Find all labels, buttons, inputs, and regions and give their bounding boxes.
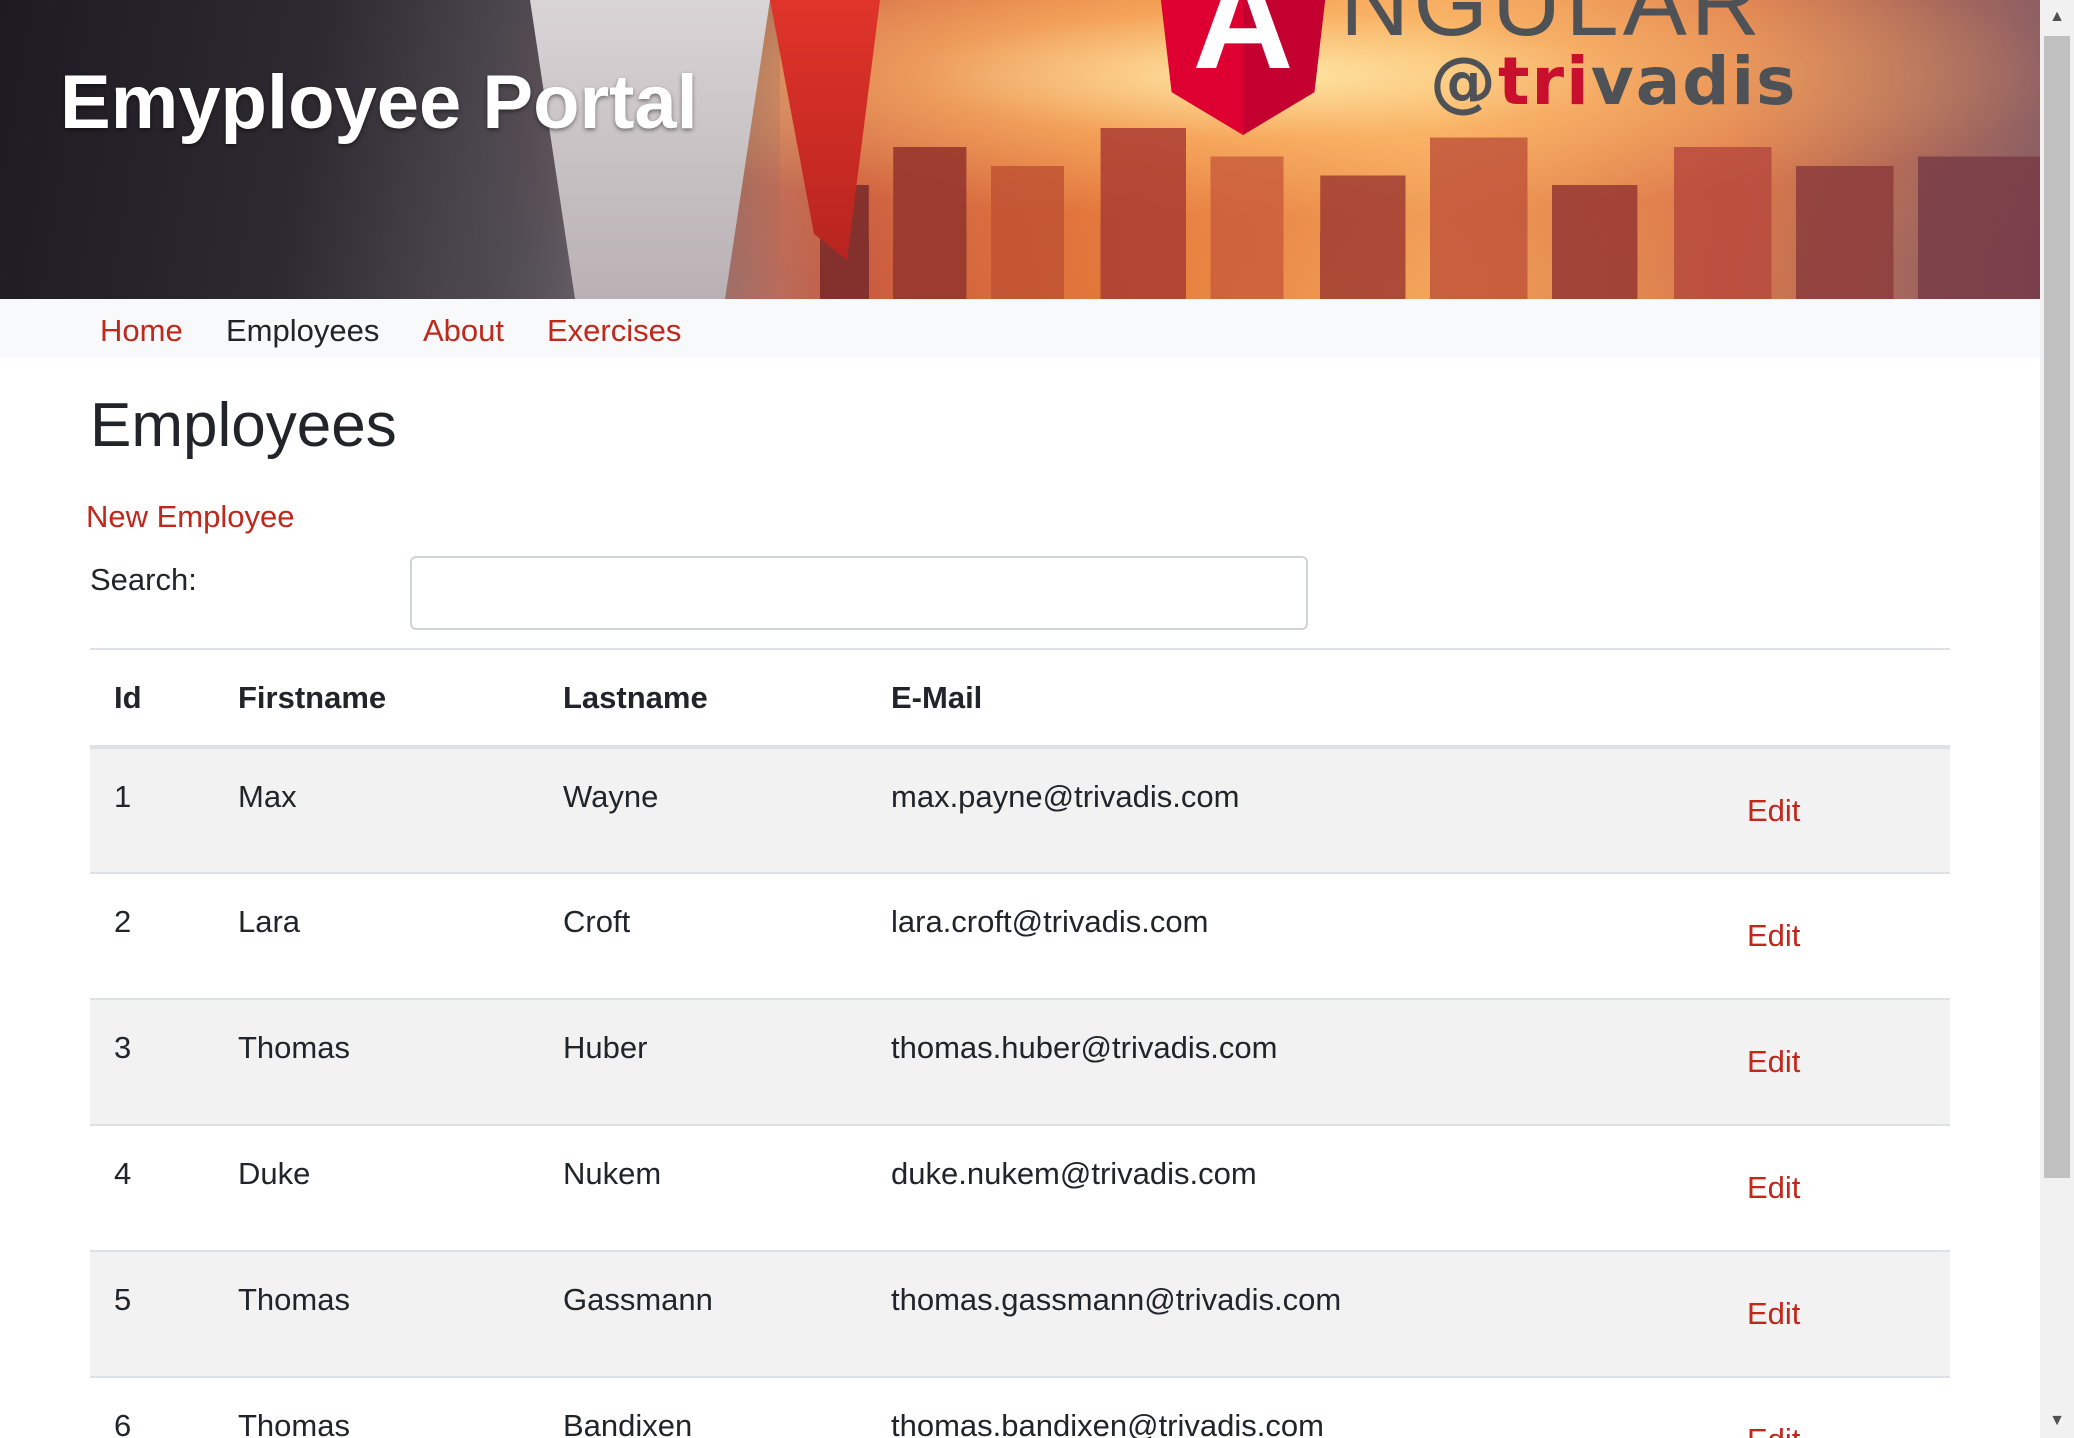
nav-employees[interactable]: Employees	[226, 311, 379, 351]
edit-link[interactable]: Edit	[1747, 1044, 1800, 1079]
edit-link[interactable]: Edit	[1747, 1422, 1800, 1438]
page-content: A NGULAR @trivadis Emyployee Portal Home…	[0, 0, 2040, 1438]
table-row: 6 Thomas Bandixen thomas.bandixen@trivad…	[90, 1377, 1950, 1438]
cell-lastname: Nukem	[563, 1156, 662, 1191]
cell-lastname: Gassmann	[563, 1282, 713, 1317]
vertical-scrollbar[interactable]: ▲ ▼	[2040, 0, 2074, 1438]
search-label: Search:	[90, 562, 197, 597]
table-header-row: Id Firstname Lastname E-Mail	[90, 649, 1950, 749]
employees-table: Id Firstname Lastname E-Mail 1 Max Wayne…	[90, 648, 1950, 1438]
cell-email: thomas.huber@trivadis.com	[891, 1030, 1278, 1065]
table-row: 4 Duke Nukem duke.nukem@trivadis.com Edi…	[90, 1125, 1950, 1251]
cell-edit: Edit	[1747, 1251, 1950, 1377]
cell-email: max.payne@trivadis.com	[891, 779, 1240, 814]
header-id: Id	[90, 649, 238, 749]
search-input[interactable]	[410, 556, 1308, 630]
header-firstname: Firstname	[238, 649, 563, 749]
nav-about[interactable]: About	[423, 311, 504, 351]
main-navbar: Home Employees About Exercises	[0, 299, 2040, 357]
cell-edit: Edit	[1747, 1125, 1950, 1251]
trivadis-logo: @trivadis	[1430, 42, 1797, 122]
cell-email: thomas.bandixen@trivadis.com	[891, 1408, 1324, 1438]
edit-link[interactable]: Edit	[1747, 793, 1800, 828]
cell-id: 4	[114, 1156, 132, 1191]
scrollbar-thumb[interactable]	[2044, 36, 2070, 1178]
cell-id: 1	[114, 779, 132, 814]
cell-lastname: Huber	[563, 1030, 648, 1065]
cell-firstname: Thomas	[238, 1408, 350, 1438]
header-lastname: Lastname	[563, 649, 891, 749]
cell-id: 2	[114, 904, 132, 939]
new-employee-link[interactable]: New Employee	[86, 497, 294, 537]
cell-email: thomas.gassmann@trivadis.com	[891, 1282, 1342, 1317]
nav-home[interactable]: Home	[100, 311, 183, 351]
cell-email: lara.croft@trivadis.com	[891, 904, 1209, 939]
cell-edit: Edit	[1747, 999, 1950, 1125]
cell-firstname: Max	[238, 779, 297, 814]
table-row: 3 Thomas Huber thomas.huber@trivadis.com…	[90, 999, 1950, 1125]
header-banner: A NGULAR @trivadis Emyployee Portal	[0, 0, 2040, 299]
cell-firstname: Thomas	[238, 1282, 350, 1317]
cell-firstname: Thomas	[238, 1030, 350, 1065]
angular-logo-letter: A	[1192, 0, 1294, 98]
edit-link[interactable]: Edit	[1747, 1296, 1800, 1331]
cell-lastname: Wayne	[563, 779, 659, 814]
nav-exercises[interactable]: Exercises	[547, 311, 681, 351]
cell-lastname: Croft	[563, 904, 631, 939]
arrow-down-icon[interactable]: ▼	[2040, 1404, 2074, 1438]
cell-edit: Edit	[1747, 747, 1950, 873]
edit-link[interactable]: Edit	[1747, 918, 1800, 953]
trivadis-at: @	[1430, 43, 1498, 120]
page-title: Employees	[90, 391, 397, 460]
table-row: 5 Thomas Gassmann thomas.gassmann@trivad…	[90, 1251, 1950, 1377]
cell-id: 5	[114, 1282, 132, 1317]
cell-id: 6	[114, 1408, 132, 1438]
cell-id: 3	[114, 1030, 132, 1065]
cell-edit: Edit	[1747, 1377, 1950, 1438]
cell-lastname: Bandixen	[563, 1408, 693, 1438]
edit-link[interactable]: Edit	[1747, 1170, 1800, 1205]
header-email: E-Mail	[891, 649, 1747, 749]
cell-firstname: Lara	[238, 904, 301, 939]
table-row: 2 Lara Croft lara.croft@trivadis.com Edi…	[90, 873, 1950, 999]
trivadis-rest: vadis	[1590, 43, 1798, 120]
arrow-up-icon[interactable]: ▲	[2040, 0, 2074, 34]
cell-email: duke.nukem@trivadis.com	[891, 1156, 1257, 1191]
header-actions	[1747, 649, 1950, 749]
browser-viewport: A NGULAR @trivadis Emyployee Portal Home…	[0, 0, 2074, 1438]
portal-title: Emyployee Portal	[60, 60, 698, 145]
cell-firstname: Duke	[238, 1156, 311, 1191]
trivadis-tri: tri	[1498, 43, 1591, 120]
table-row: 1 Max Wayne max.payne@trivadis.com Edit	[90, 747, 1950, 873]
cell-edit: Edit	[1747, 873, 1950, 999]
